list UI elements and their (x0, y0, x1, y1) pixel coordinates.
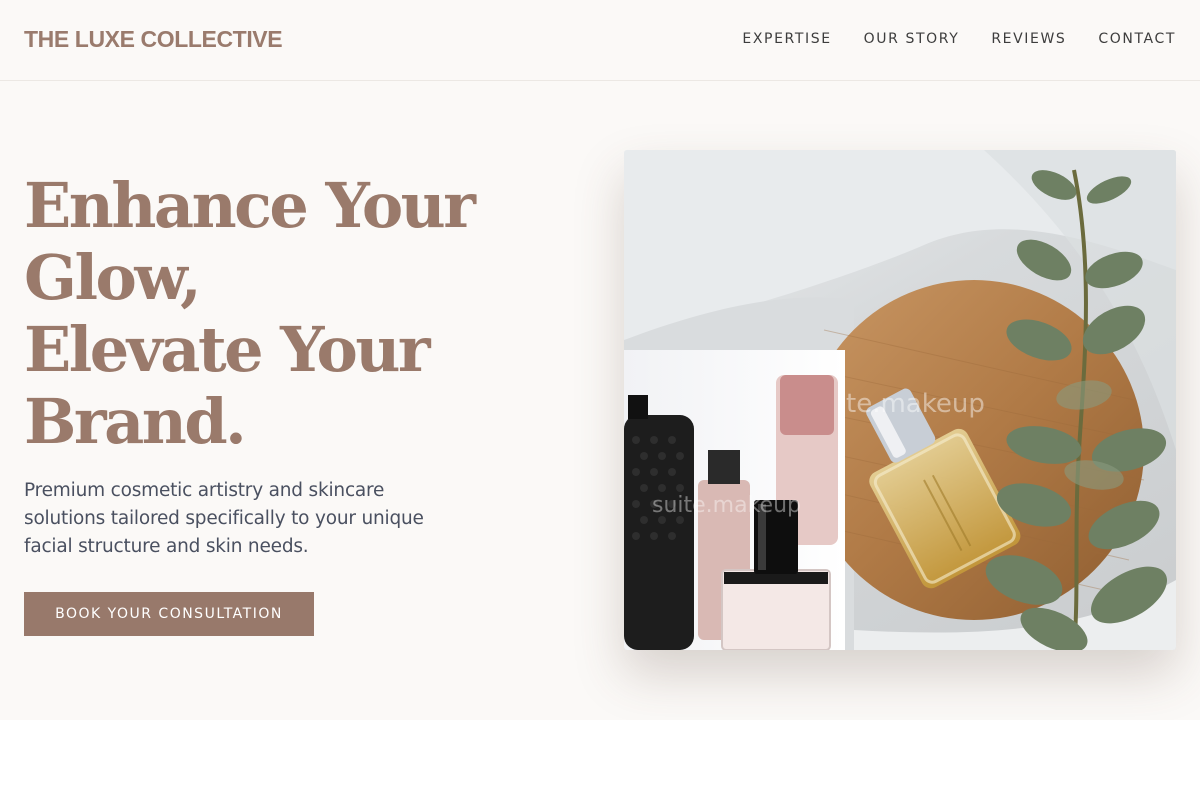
book-consultation-button[interactable]: BOOK YOUR CONSULTATION (24, 592, 314, 636)
site-header: THE LUXE COLLECTIVE EXPERTISE OUR STORY … (0, 0, 1200, 81)
headline-line: Brand. (24, 385, 247, 458)
nav-link-expertise[interactable]: EXPERTISE (742, 31, 831, 47)
headline-line: Glow, (24, 241, 202, 314)
hero-headline: Enhance Your Glow, Elevate Your Brand. (24, 170, 584, 458)
headline-line: Enhance Your (24, 169, 476, 242)
headline-line: Elevate Your (24, 313, 431, 386)
cosmetics-photo-icon: te.makeup suite.makeup (624, 150, 1176, 650)
hero-section: Enhance Your Glow, Elevate Your Brand. P… (0, 81, 1200, 720)
main-nav: EXPERTISE OUR STORY REVIEWS CONTACT (742, 31, 1176, 47)
brand-logo[interactable]: THE LUXE COLLECTIVE (24, 26, 283, 53)
watermark-text: te.makeup (846, 389, 985, 419)
hero-image: te.makeup suite.makeup (624, 150, 1176, 650)
hero-subtitle: Premium cosmetic artistry and skincare s… (24, 480, 424, 557)
nav-link-our-story[interactable]: OUR STORY (864, 31, 960, 47)
page-bottom (0, 720, 1200, 800)
watermark-text: suite.makeup (652, 493, 801, 518)
nav-link-contact[interactable]: CONTACT (1098, 31, 1176, 47)
nav-link-reviews[interactable]: REVIEWS (991, 31, 1066, 47)
